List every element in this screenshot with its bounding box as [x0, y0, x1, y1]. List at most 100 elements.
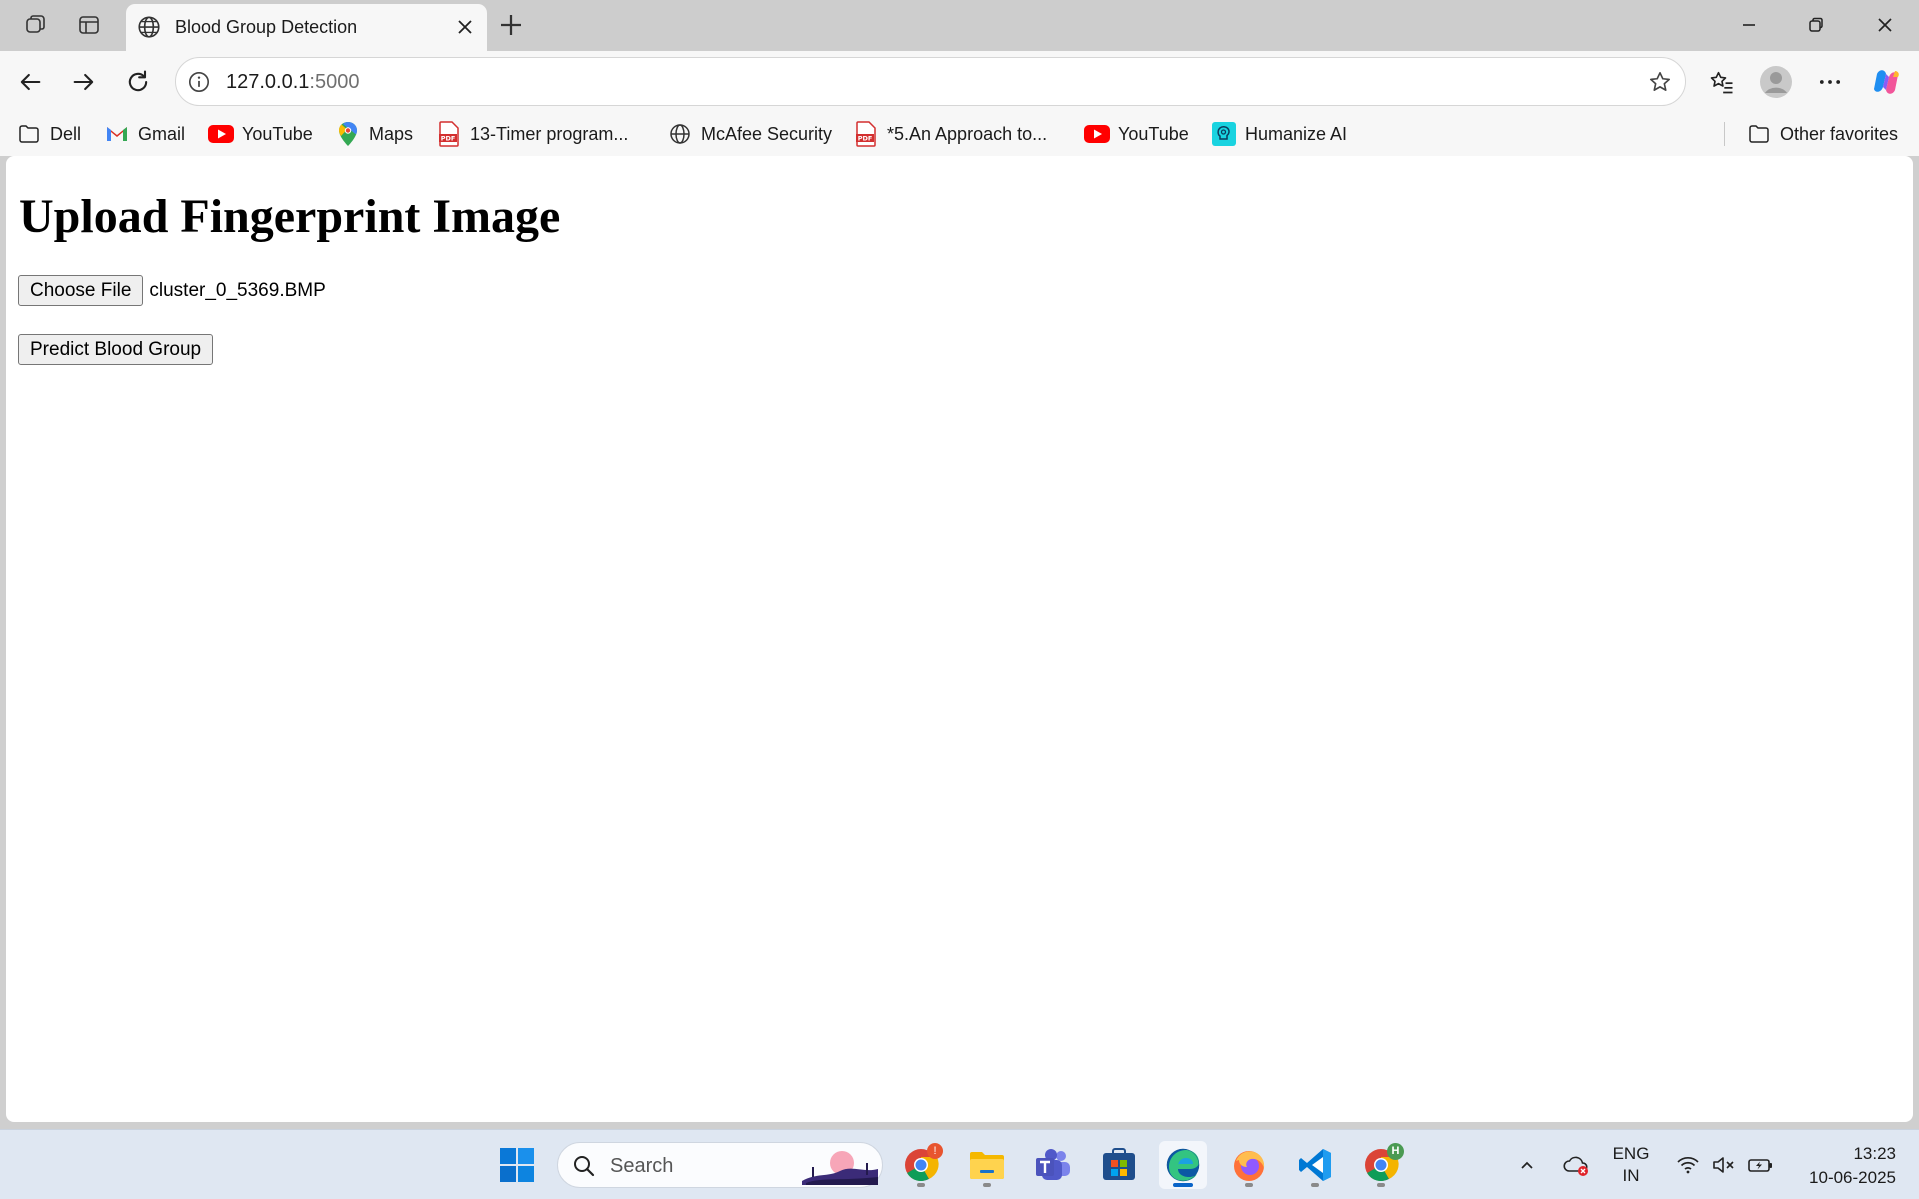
language-indicator[interactable]: ENG IN	[1606, 1130, 1656, 1199]
bookmark-humanize-ai[interactable]: Humanize AI	[1211, 120, 1347, 148]
bookmark-label: *5.An Approach to...	[887, 123, 1048, 144]
choose-file-button[interactable]: Choose File	[18, 275, 144, 306]
predict-blood-group-button[interactable]: Predict Blood Group	[18, 334, 214, 365]
battery-charging-icon[interactable]	[1744, 1130, 1778, 1199]
refresh-icon[interactable]	[118, 62, 158, 102]
firefox-icon	[1234, 1151, 1265, 1181]
volume-muted-icon[interactable]	[1708, 1130, 1740, 1199]
favorites-icon[interactable]	[1702, 62, 1742, 102]
taskbar-firefox[interactable]	[1225, 1141, 1273, 1189]
globe-icon	[138, 16, 160, 38]
profile-badge: H	[1387, 1143, 1404, 1160]
tab-active[interactable]: Blood Group Detection	[126, 4, 487, 51]
chrome-badge: !	[927, 1143, 943, 1159]
bookmark-label: YouTube	[242, 123, 313, 144]
other-favorites-label: Other favorites	[1780, 123, 1899, 144]
running-indicator	[1245, 1183, 1253, 1187]
taskbar-store[interactable]	[1095, 1141, 1143, 1189]
bookmark-youtube[interactable]: YouTube	[208, 120, 313, 148]
clock-date: 10-06-2025	[1809, 1168, 1896, 1187]
bookmark-label: Gmail	[138, 123, 186, 144]
close-window-icon[interactable]	[1865, 10, 1905, 40]
page-title: Upload Fingerprint Image	[19, 190, 561, 243]
windows-start-icon[interactable]	[499, 1147, 535, 1183]
teams-icon	[1036, 1149, 1070, 1180]
file-explorer-icon	[970, 1152, 1004, 1179]
svg-text:PDF: PDF	[858, 135, 873, 143]
pdf-icon: PDF	[436, 121, 462, 147]
url-text: 127.0.0.1:5000	[226, 71, 359, 94]
svg-text:PDF: PDF	[441, 135, 456, 143]
maps-icon	[335, 121, 361, 147]
bookmark-mcafee[interactable]: McAfee Security	[667, 120, 832, 148]
page-viewport: Upload Fingerprint Image Choose File clu…	[6, 156, 1913, 1122]
site-info-icon[interactable]	[186, 69, 212, 95]
onedrive-error-icon[interactable]	[1560, 1130, 1592, 1199]
favorite-star-icon[interactable]	[1647, 69, 1673, 95]
show-hidden-icons-chevron[interactable]	[1512, 1130, 1542, 1199]
running-indicator	[983, 1183, 991, 1187]
file-input: Choose File cluster_0_5369.BMP	[18, 275, 326, 306]
windows-taskbar: Search ! H ENG IN 13:23 10-06-2025	[0, 1129, 1919, 1199]
restore-icon[interactable]	[1796, 10, 1836, 40]
bookmark-other-favorites[interactable]: Other favorites	[1746, 120, 1898, 148]
wifi-icon[interactable]	[1672, 1130, 1704, 1199]
taskbar-file-explorer[interactable]	[963, 1141, 1011, 1189]
taskbar-teams[interactable]	[1029, 1141, 1077, 1189]
bookmark-dell[interactable]: Dell	[16, 120, 81, 148]
pdf-icon: PDF	[853, 121, 879, 147]
minimize-icon[interactable]	[1729, 10, 1769, 40]
globe-icon	[667, 121, 693, 147]
bookmark-label: McAfee Security	[701, 123, 833, 144]
youtube-icon	[1084, 121, 1110, 147]
taskbar-vscode[interactable]	[1291, 1141, 1339, 1189]
taskbar-chrome-profile[interactable]: H	[1357, 1141, 1405, 1189]
running-indicator	[1377, 1183, 1385, 1187]
bookmark-label: Maps	[369, 123, 414, 144]
folder-icon	[1746, 121, 1772, 147]
youtube-icon	[208, 121, 234, 147]
address-bar[interactable]: 127.0.0.1:5000	[175, 57, 1686, 106]
taskbar-edge[interactable]	[1159, 1141, 1207, 1189]
browser-titlebar: Blood Group Detection	[0, 0, 1919, 51]
more-options-icon[interactable]	[1810, 62, 1850, 102]
tab-title: Blood Group Detection	[175, 17, 358, 37]
browser-toolbar: 127.0.0.1:5000	[0, 51, 1919, 112]
new-tab-icon[interactable]	[496, 10, 526, 40]
close-tab-icon[interactable]	[453, 15, 477, 39]
forward-icon[interactable]	[64, 62, 104, 102]
active-indicator	[1173, 1183, 1193, 1187]
language-region: IN	[1622, 1166, 1640, 1185]
folder-icon	[16, 121, 42, 147]
vertical-tabs-icon[interactable]	[74, 10, 104, 40]
bookmark-approach-pdf[interactable]: PDF *5.An Approach to...	[853, 120, 1047, 148]
gmail-icon	[104, 121, 130, 147]
microsoft-store-icon	[1103, 1148, 1135, 1180]
bookmark-label: Dell	[50, 123, 82, 144]
running-indicator	[1311, 1183, 1319, 1187]
bookmarks-bar: Dell Gmail YouTube Maps PDF 13-Timer pro…	[0, 112, 1919, 156]
copilot-icon[interactable]	[1866, 62, 1906, 102]
back-icon[interactable]	[10, 62, 50, 102]
url-host: 127.0.0.1	[226, 71, 310, 93]
bookmark-label: Humanize AI	[1245, 123, 1348, 144]
profile-avatar[interactable]	[1756, 62, 1796, 102]
bookmark-maps[interactable]: Maps	[335, 120, 413, 148]
url-port: :5000	[309, 71, 360, 93]
taskbar-chrome[interactable]: !	[897, 1141, 945, 1189]
vscode-icon	[1299, 1149, 1331, 1181]
search-icon	[574, 1156, 595, 1177]
search-placeholder: Search	[610, 1155, 674, 1177]
edge-icon	[1166, 1148, 1200, 1182]
clock-time: 13:23	[1853, 1144, 1896, 1163]
bookmark-label: YouTube	[1118, 123, 1189, 144]
running-indicator	[917, 1183, 925, 1187]
bookmark-gmail[interactable]: Gmail	[104, 120, 185, 148]
humanize-icon	[1211, 121, 1237, 147]
bookmarks-divider	[1724, 122, 1725, 146]
workspaces-icon[interactable]	[21, 10, 51, 40]
taskbar-search[interactable]: Search	[557, 1142, 883, 1188]
bookmark-youtube-2[interactable]: YouTube	[1084, 120, 1189, 148]
bookmark-timer-program[interactable]: PDF 13-Timer program...	[436, 120, 628, 148]
system-clock[interactable]: 13:23 10-06-2025	[1786, 1142, 1896, 1190]
